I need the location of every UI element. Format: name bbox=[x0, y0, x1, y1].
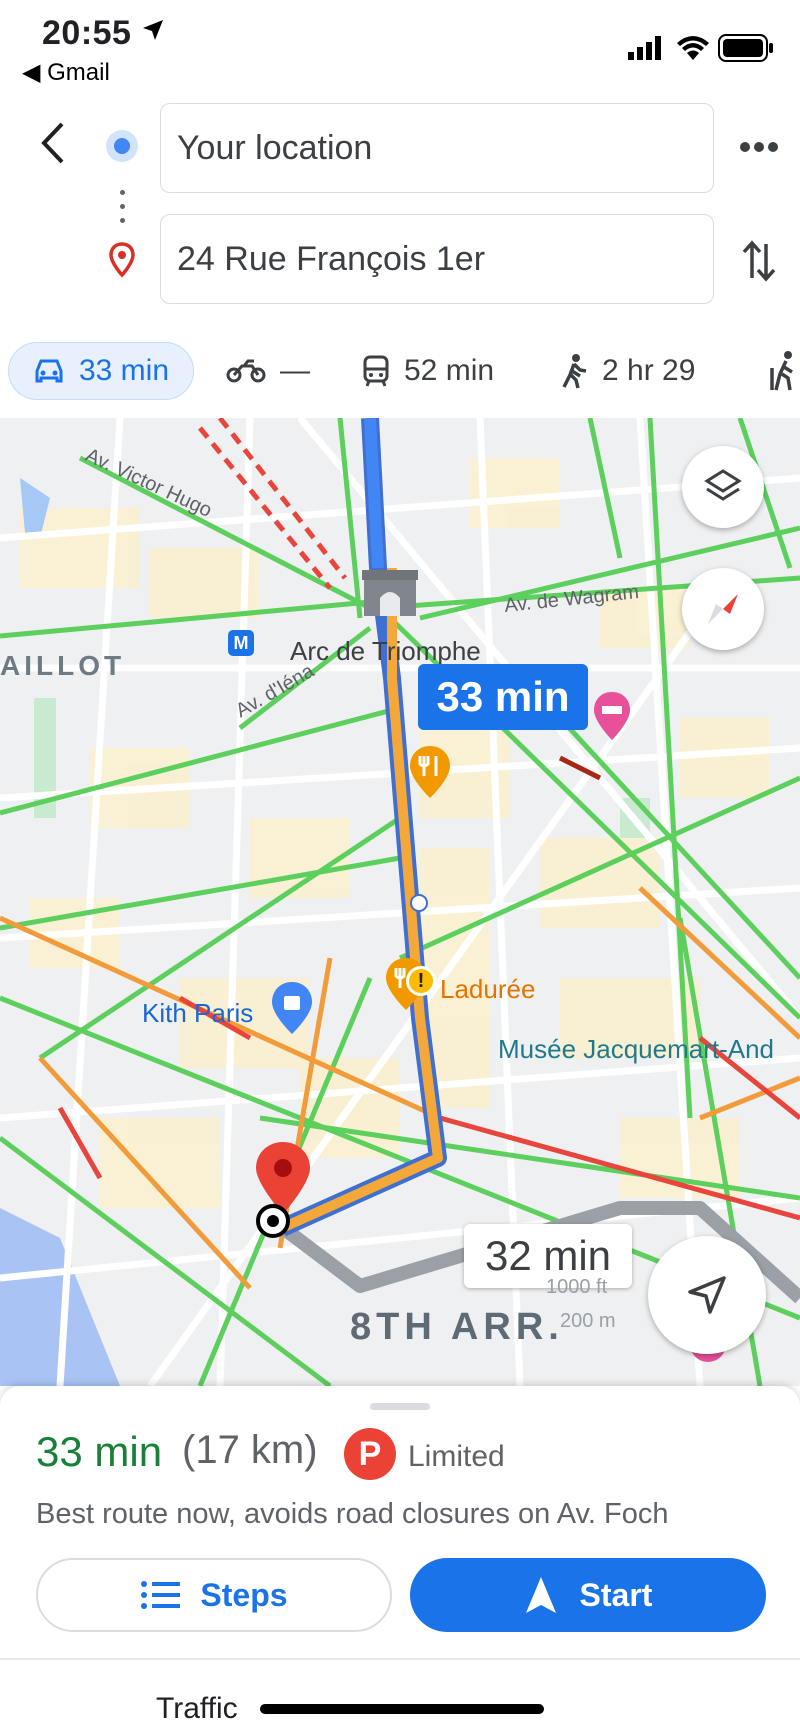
destination-dot-icon bbox=[256, 1204, 290, 1238]
cellular-signal-icon bbox=[628, 36, 664, 65]
hotel-pin-icon[interactable] bbox=[592, 690, 632, 747]
parking-label: Limited bbox=[408, 1440, 505, 1473]
scale-metric: 200 m bbox=[560, 1310, 616, 1332]
metro-icon[interactable]: M bbox=[228, 630, 254, 656]
route-description: Best route now, avoids road closures on … bbox=[36, 1498, 669, 1530]
traffic-label: Traffic bbox=[156, 1692, 238, 1725]
route-time-callout[interactable]: 33 min bbox=[418, 664, 588, 730]
transit-icon bbox=[363, 355, 389, 387]
layers-icon bbox=[704, 469, 742, 501]
mode-transit-tab[interactable]: 52 min bbox=[362, 342, 494, 400]
back-to-app-link[interactable]: ◀ Gmail bbox=[22, 58, 110, 87]
back-button[interactable] bbox=[30, 118, 80, 168]
compass-icon bbox=[708, 594, 738, 624]
swap-direction-icon[interactable] bbox=[742, 238, 776, 289]
destination-pin-icon bbox=[108, 242, 136, 283]
status-time: 20:55 bbox=[42, 14, 165, 53]
map-label-arr: 8TH ARR. bbox=[350, 1306, 564, 1348]
mode-drive-tab[interactable]: 33 min bbox=[8, 342, 194, 400]
metro-small-icon bbox=[410, 894, 428, 912]
shopping-pin-icon[interactable] bbox=[270, 980, 314, 1041]
map-label-laduree[interactable]: Ladurée bbox=[440, 974, 535, 1005]
recenter-button[interactable] bbox=[648, 1236, 766, 1354]
car-icon bbox=[35, 359, 63, 383]
location-arrow-icon bbox=[143, 20, 164, 40]
battery-icon bbox=[718, 34, 774, 67]
eta-text: 33 min bbox=[36, 1428, 163, 1475]
navigation-start-icon bbox=[525, 1577, 556, 1613]
arc-de-triomphe-icon[interactable] bbox=[358, 566, 422, 618]
dots-connector-icon bbox=[120, 190, 125, 232]
destination-input[interactable]: 24 Rue François 1er bbox=[160, 214, 714, 304]
start-button[interactable]: Start bbox=[410, 1558, 766, 1632]
map-label-musee[interactable]: Musée Jacquemart-And bbox=[498, 1034, 774, 1065]
list-icon bbox=[141, 1581, 181, 1609]
compass-button[interactable] bbox=[682, 568, 764, 650]
walk-icon bbox=[562, 354, 587, 389]
mode-walk-tab[interactable]: 2 hr 29 bbox=[560, 342, 695, 400]
wifi-icon bbox=[676, 34, 710, 65]
map-view[interactable]: Av. Victor Hugo Av. de Wagram Av. d'Iéna… bbox=[0, 418, 800, 1386]
divider bbox=[0, 1658, 800, 1660]
origin-dot-icon bbox=[106, 130, 138, 162]
back-triangle-icon: ◀ bbox=[22, 59, 41, 86]
origin-input[interactable]: Your location bbox=[160, 103, 714, 193]
distance-text: (17 km) bbox=[182, 1428, 318, 1472]
more-options-icon[interactable] bbox=[740, 140, 778, 158]
sheet-handle[interactable] bbox=[370, 1403, 430, 1410]
restaurant-pin-icon[interactable] bbox=[408, 744, 452, 805]
home-indicator[interactable] bbox=[260, 1704, 544, 1714]
motorbike-icon bbox=[226, 359, 266, 383]
map-label-kith[interactable]: Kith Paris bbox=[142, 998, 253, 1029]
alert-icon[interactable]: ! bbox=[406, 966, 436, 996]
map-canvas bbox=[0, 418, 800, 1386]
back-arrow-icon bbox=[41, 122, 64, 164]
mode-motorbike-tab[interactable]: — bbox=[226, 342, 310, 400]
map-label-arc[interactable]: Arc de Triomphe bbox=[290, 636, 481, 667]
layers-button[interactable] bbox=[682, 446, 764, 528]
navigation-arrow-icon bbox=[688, 1276, 726, 1314]
mode-ride-tab-icon[interactable] bbox=[766, 350, 800, 397]
parking-icon: P bbox=[344, 1428, 396, 1480]
scale-imperial: 1000 ft bbox=[546, 1276, 608, 1298]
map-label-maillot: AILLOT bbox=[0, 650, 126, 681]
steps-button[interactable]: Steps bbox=[36, 1558, 392, 1632]
